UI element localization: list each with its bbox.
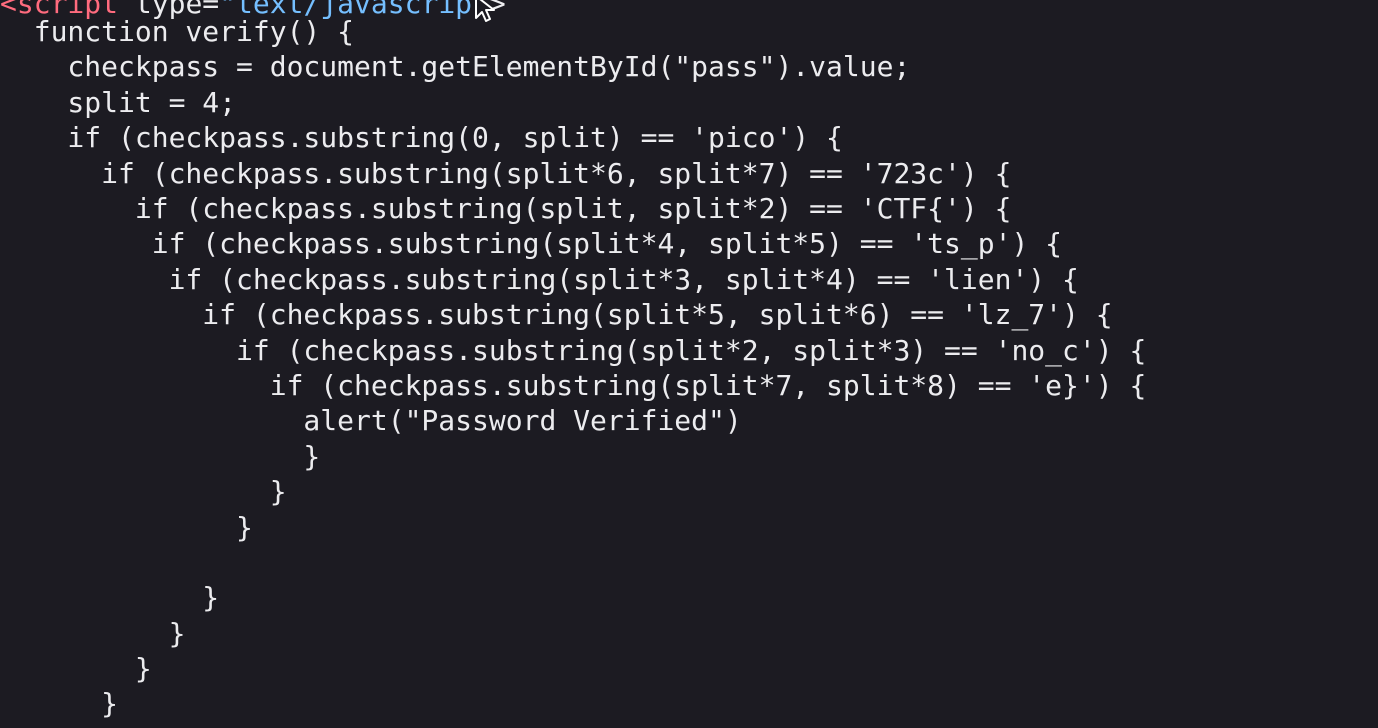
mouse-pointer-icon <box>475 0 495 22</box>
code-line: } <box>0 687 119 720</box>
code-line: } <box>0 440 321 473</box>
code-line: if (checkpass.substring(split*4, split*5… <box>0 227 1063 260</box>
code-line: } <box>0 581 220 614</box>
code-line: if (checkpass.substring(split*6, split*7… <box>0 157 1012 190</box>
code-line: split = 4; <box>0 86 237 119</box>
code-line: } <box>0 617 186 650</box>
code-line: if (checkpass.substring(split*3, split*4… <box>0 263 1079 296</box>
code-line: function verify() { <box>0 15 355 48</box>
source-code-viewer[interactable]: <script type="text/javascrip > function … <box>0 0 1378 728</box>
code-line: } <box>0 722 84 728</box>
code-line: if (checkpass.substring(split*2, split*3… <box>0 334 1147 367</box>
code-line: } <box>0 652 152 685</box>
code-line: } <box>0 511 253 544</box>
code-line: if (checkpass.substring(split, split*2) … <box>0 192 1012 225</box>
code-line: if (checkpass.substring(split*5, split*6… <box>0 298 1113 331</box>
code-line: } <box>0 475 287 508</box>
code-line: if (checkpass.substring(0, split) == 'pi… <box>0 121 843 154</box>
code-line: if (checkpass.substring(split*7, split*8… <box>0 369 1147 402</box>
code-line: alert("Password Verified") <box>0 404 742 437</box>
code-line: checkpass = document.getElementById("pas… <box>0 50 911 83</box>
